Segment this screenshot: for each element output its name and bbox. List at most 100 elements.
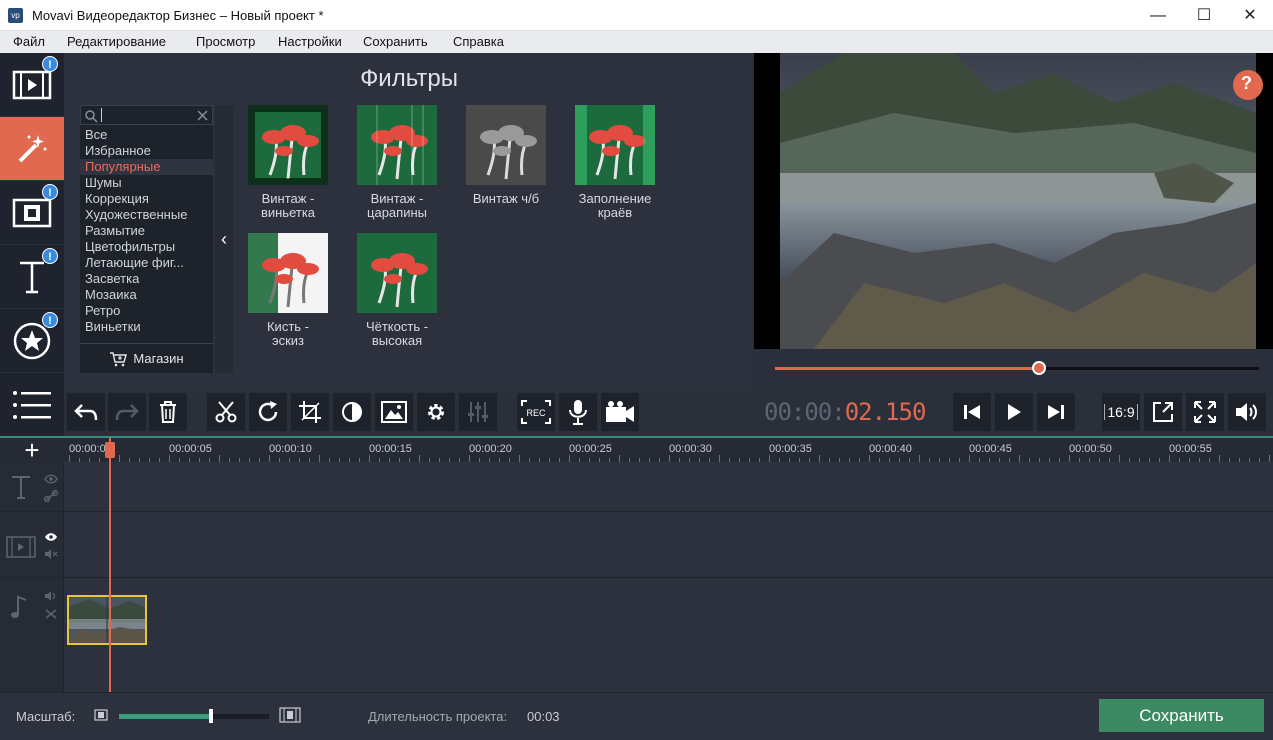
link-icon[interactable]	[44, 490, 58, 502]
menu-file[interactable]: Файл	[13, 34, 45, 49]
next-frame-button[interactable]	[1037, 393, 1075, 431]
help-icon[interactable]: ?	[1241, 73, 1252, 94]
filter-label-line: Заполнение	[578, 191, 652, 206]
sidebar: ! ! ! !	[0, 53, 64, 437]
title-track[interactable]	[0, 462, 1273, 512]
filter-label[interactable]: Кисть - эскиз	[233, 320, 343, 348]
category-item[interactable]: Размытие	[80, 223, 213, 239]
zoom-out-icon[interactable]	[94, 709, 108, 721]
video-track[interactable]	[0, 512, 1273, 645]
sidebar-item-import[interactable]: !	[0, 53, 64, 117]
menu-settings[interactable]: Настройки	[278, 34, 342, 49]
preview-image	[780, 53, 1263, 349]
category-item[interactable]: Популярные	[80, 159, 213, 175]
previous-frame-button[interactable]	[953, 393, 991, 431]
zoom-slider[interactable]	[119, 709, 269, 723]
equalizer-button[interactable]	[459, 393, 497, 431]
minimize-button[interactable]: —	[1135, 0, 1181, 31]
time-ruler[interactable]: 00:00:00 00:00:05 00:00:10 00:00:15 00:00:20…	[64, 438, 1273, 462]
playhead[interactable]	[109, 438, 111, 694]
speaker-icon[interactable]	[44, 590, 58, 602]
sidebar-item-stickers[interactable]: !	[0, 309, 64, 373]
category-item[interactable]: Избранное	[80, 143, 213, 159]
sidebar-item-titles[interactable]: !	[0, 245, 64, 309]
sidebar-item-more[interactable]	[0, 373, 64, 437]
timeline: + 00:00:00 00:00:05 00:00:10 00:00:15 00:00:…	[0, 435, 1273, 694]
save-button[interactable]: Сохранить	[1099, 699, 1264, 732]
category-item[interactable]: Художественные	[80, 207, 213, 223]
filters-panel: Фильтры Все Избранное Популярные Шумы Коррек…	[64, 53, 752, 390]
filter-search-input[interactable]	[80, 105, 213, 125]
ruler-tick-mark	[1069, 455, 1070, 462]
category-item[interactable]: Цветофильтры	[80, 239, 213, 255]
filter-label[interactable]: Винтаж - царапины	[342, 192, 452, 220]
eye-icon[interactable]	[44, 474, 58, 484]
category-item[interactable]: Засветка	[80, 271, 213, 287]
zoom-in-icon[interactable]	[279, 707, 301, 723]
screen-record-button[interactable]: REC	[517, 393, 555, 431]
ruler-tick-mark	[1169, 455, 1170, 462]
category-item[interactable]: Коррекция	[80, 191, 213, 207]
category-item[interactable]: Виньетки	[80, 319, 213, 335]
collapse-categories-button[interactable]: ‹	[215, 105, 233, 373]
category-item[interactable]: Ретро	[80, 303, 213, 319]
image-overlay-button[interactable]	[375, 393, 413, 431]
duration-value: 00:03	[527, 709, 560, 724]
clear-search-icon[interactable]	[197, 110, 208, 121]
category-item[interactable]: Летающие фиг...	[80, 255, 213, 271]
rotate-button[interactable]	[249, 393, 287, 431]
menu-help[interactable]: Справка	[453, 34, 504, 49]
detach-preview-button[interactable]	[1144, 393, 1182, 431]
color-adjust-button[interactable]	[333, 393, 371, 431]
category-item[interactable]: Мозаика	[80, 287, 213, 303]
rotate-icon	[258, 401, 278, 422]
category-item[interactable]: Шумы	[80, 175, 213, 191]
close-button[interactable]: ✕	[1227, 0, 1273, 31]
unlink-icon[interactable]	[44, 608, 58, 620]
filter-label[interactable]: Заполнение краёв	[560, 192, 670, 220]
shop-button[interactable]: Магазин	[80, 343, 213, 373]
audio-track[interactable]	[0, 578, 1273, 692]
playback-progress-bar[interactable]	[775, 361, 1259, 375]
filter-thumbnail[interactable]	[466, 105, 546, 185]
play-button[interactable]	[995, 393, 1033, 431]
filter-thumbnail[interactable]	[357, 105, 437, 185]
sidebar-item-filters[interactable]	[0, 117, 64, 181]
menu-save[interactable]: Сохранить	[363, 34, 428, 49]
timecode-accent: 02.150	[844, 398, 927, 426]
undo-button[interactable]	[67, 393, 105, 431]
delete-button[interactable]	[149, 393, 187, 431]
ruler-tick-label: 00:00:55	[1169, 443, 1212, 455]
filter-label-line: Кисть -	[266, 319, 309, 334]
playhead-handle[interactable]	[105, 442, 115, 458]
progress-knob[interactable]	[1032, 361, 1046, 375]
aspect-ratio-button[interactable]: 16:9	[1102, 393, 1140, 431]
menu-view[interactable]: Просмотр	[196, 34, 255, 49]
filter-thumbnail[interactable]	[248, 233, 328, 313]
mute-icon[interactable]	[44, 548, 58, 560]
settings-button[interactable]	[417, 393, 455, 431]
filter-thumbnail[interactable]	[575, 105, 655, 185]
filter-label[interactable]: Чёткость - высокая	[342, 320, 452, 348]
ruler-tick-label: 00:00:25	[569, 443, 612, 455]
voice-record-button[interactable]	[559, 393, 597, 431]
filter-label[interactable]: Винтаж - виньетка	[233, 192, 343, 220]
zoom-slider-knob[interactable]	[209, 709, 213, 723]
filter-thumbnail[interactable]	[248, 105, 328, 185]
duration-label: Длительность проекта:	[368, 709, 508, 724]
magic-wand-icon	[18, 134, 47, 162]
webcam-record-button[interactable]	[601, 393, 639, 431]
eye-icon[interactable]	[44, 532, 58, 542]
menu-edit[interactable]: Редактирование	[67, 34, 166, 49]
filter-thumbnail[interactable]	[357, 233, 437, 313]
filter-label[interactable]: Винтаж ч/б	[451, 192, 561, 206]
volume-button[interactable]	[1228, 393, 1266, 431]
add-track-button[interactable]: +	[0, 435, 64, 465]
cut-button[interactable]	[207, 393, 245, 431]
maximize-button[interactable]: ☐	[1181, 0, 1227, 31]
category-item[interactable]: Все	[80, 127, 213, 143]
sidebar-item-transitions[interactable]: !	[0, 181, 64, 245]
crop-button[interactable]	[291, 393, 329, 431]
fullscreen-button[interactable]	[1186, 393, 1224, 431]
redo-button[interactable]	[108, 393, 146, 431]
